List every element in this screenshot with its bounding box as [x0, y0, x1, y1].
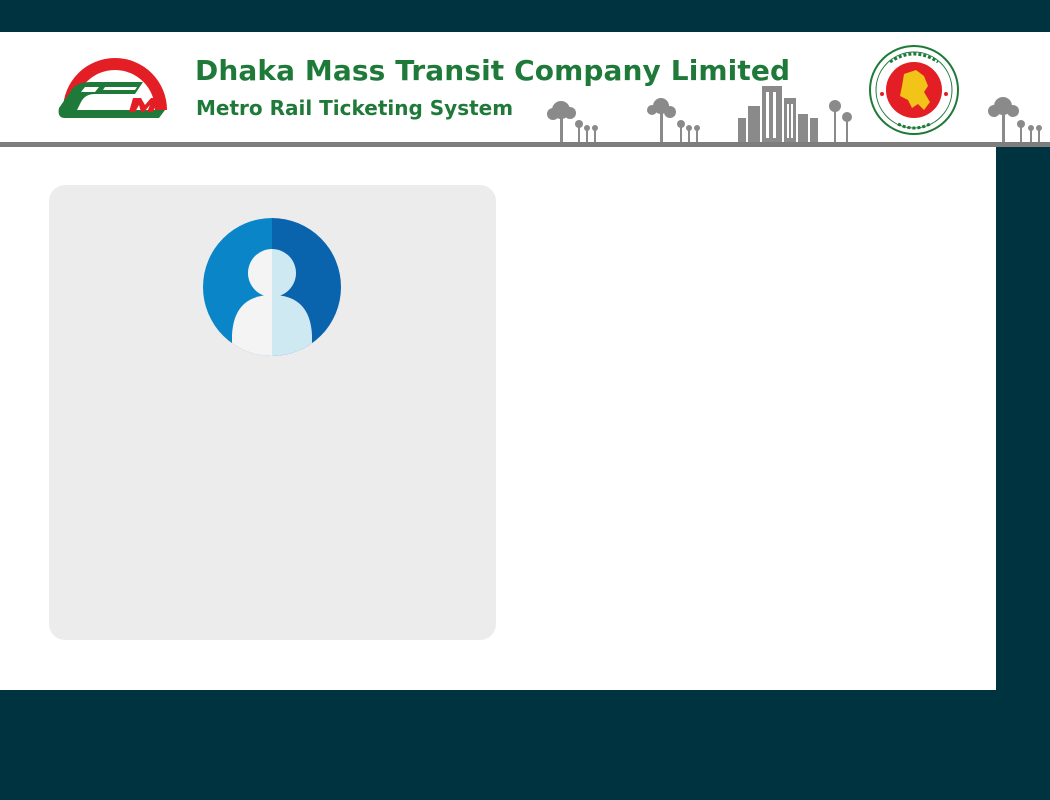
organization-title: Dhaka Mass Transit Company Limited — [195, 54, 791, 87]
system-subtitle: Metro Rail Ticketing System — [196, 96, 514, 120]
city-skyline-illustration — [547, 86, 1042, 142]
metro-rail-logo-icon[interactable] — [55, 50, 175, 126]
site-header: Dhaka Mass Transit Company Limited Metro… — [0, 32, 1050, 142]
bangladesh-government-seal-icon — [869, 45, 959, 135]
main-content — [0, 147, 996, 690]
user-avatar-icon[interactable] — [202, 217, 342, 357]
profile-card — [49, 185, 496, 640]
page: Dhaka Mass Transit Company Limited Metro… — [0, 0, 1050, 800]
